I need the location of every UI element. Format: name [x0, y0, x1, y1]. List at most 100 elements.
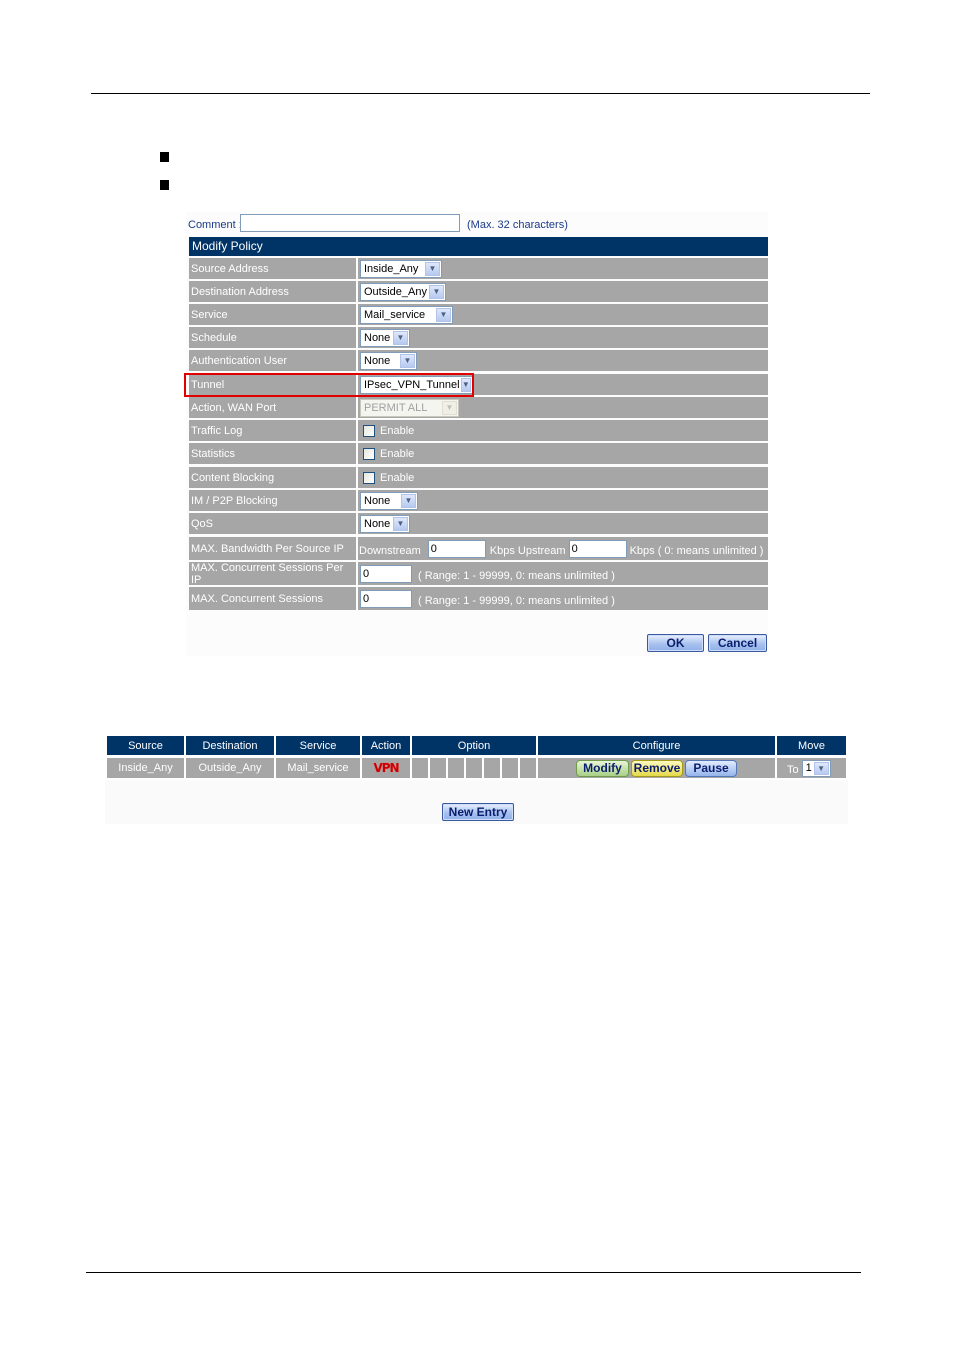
traffic-log-option: Enable — [380, 424, 415, 437]
qos-select[interactable]: None ▼ — [360, 514, 410, 533]
comment-input[interactable] — [240, 214, 460, 232]
upstream-label: Kbps Upstream — [489, 544, 566, 557]
chevron-down-icon: ▼ — [393, 330, 408, 345]
header-service: Service — [276, 736, 360, 755]
header-option: Option — [412, 736, 536, 755]
new-entry-button[interactable]: New Entry — [442, 803, 514, 821]
option-cell — [520, 758, 536, 778]
header-action: Action — [362, 736, 410, 755]
policy-list-header: Source Destination Service Action Option… — [107, 736, 846, 755]
cancel-button[interactable]: Cancel — [708, 634, 767, 652]
service-label: Service — [189, 304, 356, 325]
header-rule — [91, 93, 870, 94]
row-max-bandwidth: MAX. Bandwidth Per Source IP Downstream … — [189, 537, 768, 560]
footer-rule — [86, 1272, 861, 1273]
max-sessions-label: MAX. Concurrent Sessions — [189, 587, 356, 610]
row-max-sessions-per-ip: MAX. Concurrent Sessions Per IP ( Range:… — [189, 562, 768, 586]
upstream-input[interactable] — [568, 539, 627, 558]
header-source: Source — [107, 736, 184, 755]
content-blocking-option: Enable — [380, 471, 415, 484]
row-max-sessions: MAX. Concurrent Sessions ( Range: 1 - 99… — [189, 587, 768, 610]
policy-configure: Modify Remove Pause — [538, 758, 775, 778]
traffic-log-checkbox[interactable] — [363, 424, 375, 437]
row-statistics: Statistics Enable — [189, 443, 768, 464]
max-sessions-input[interactable] — [360, 589, 412, 608]
statistics-checkbox[interactable] — [363, 447, 375, 460]
option-cell — [430, 758, 446, 778]
max-sessions-per-ip-hint: ( Range: 1 - 99999, 0: means unlimited ) — [418, 569, 615, 582]
row-traffic-log: Traffic Log Enable — [189, 420, 768, 441]
max-sessions-hint: ( Range: 1 - 99999, 0: means unlimited ) — [418, 594, 615, 607]
policy-destination: Outside_Any — [186, 758, 274, 778]
policy-source: Inside_Any — [107, 758, 184, 778]
bullet-icon — [160, 180, 169, 190]
form-title: Modify Policy — [189, 237, 768, 256]
option-cell — [484, 758, 500, 778]
authentication-user-label: Authentication User — [189, 350, 356, 371]
schedule-select[interactable]: None ▼ — [360, 328, 410, 347]
chevron-down-icon: ▼ — [393, 516, 408, 531]
row-schedule: Schedule None ▼ — [189, 327, 768, 348]
chevron-down-icon: ▼ — [401, 493, 416, 508]
max-bandwidth-label: MAX. Bandwidth Per Source IP — [189, 537, 356, 560]
im-p2p-blocking-select[interactable]: None ▼ — [360, 491, 418, 510]
traffic-log-label: Traffic Log — [189, 420, 356, 441]
statistics-label: Statistics — [189, 443, 356, 464]
schedule-label: Schedule — [189, 327, 356, 348]
row-qos: QoS None ▼ — [189, 513, 768, 534]
action-wan-port-label: Action, WAN Port — [189, 397, 356, 418]
chevron-down-icon: ▼ — [425, 261, 440, 276]
header-destination: Destination — [186, 736, 274, 755]
comment-label: Comment : — [188, 219, 242, 231]
option-cell — [448, 758, 464, 778]
chevron-down-icon: ▼ — [400, 353, 415, 368]
policy-service: Mail_service — [276, 758, 360, 778]
remove-button[interactable]: Remove — [631, 759, 683, 777]
row-content-blocking: Content Blocking Enable — [189, 467, 768, 488]
im-p2p-blocking-label: IM / P2P Blocking — [189, 490, 356, 511]
policy-action: VPN — [362, 758, 410, 778]
content-blocking-checkbox[interactable] — [363, 471, 375, 484]
bullet-icon — [160, 152, 169, 162]
authentication-user-select[interactable]: None ▼ — [360, 351, 417, 370]
header-configure: Configure — [538, 736, 775, 755]
move-to-label: To — [787, 763, 799, 776]
chevron-down-icon: ▼ — [442, 400, 457, 415]
modify-button[interactable]: Modify — [576, 759, 629, 777]
move-position-select[interactable]: 1 ▼ — [801, 759, 831, 777]
chevron-down-icon: ▼ — [436, 307, 451, 322]
option-cell — [412, 758, 428, 778]
row-source-address: Source Address Inside_Any ▼ — [189, 258, 768, 279]
row-im-p2p-blocking: IM / P2P Blocking None ▼ — [189, 490, 768, 511]
destination-address-select[interactable]: Outside_Any ▼ — [360, 282, 446, 301]
row-authentication-user: Authentication User None ▼ — [189, 350, 768, 371]
option-cell — [466, 758, 482, 778]
downstream-input[interactable] — [427, 539, 486, 558]
vpn-icon: VPN — [373, 761, 399, 775]
row-destination-address: Destination Address Outside_Any ▼ — [189, 281, 768, 302]
service-select[interactable]: Mail_service ▼ — [360, 305, 453, 324]
header-move: Move — [777, 736, 846, 755]
policy-move: To 1 ▼ — [777, 758, 846, 778]
statistics-option: Enable — [380, 447, 415, 460]
source-address-select[interactable]: Inside_Any ▼ — [360, 259, 442, 278]
destination-address-label: Destination Address — [189, 281, 356, 302]
bandwidth-hint: Kbps ( 0: means unlimited ) — [629, 544, 764, 557]
pause-button[interactable]: Pause — [685, 759, 737, 777]
option-cell — [502, 758, 518, 778]
qos-label: QoS — [189, 513, 356, 534]
ok-button[interactable]: OK — [647, 634, 704, 652]
content-blocking-label: Content Blocking — [189, 467, 356, 488]
policy-row: Inside_Any Outside_Any Mail_service VPN … — [107, 758, 846, 778]
chevron-down-icon: ▼ — [429, 284, 444, 299]
row-action-wan-port: Action, WAN Port PERMIT ALL ▼ — [189, 397, 768, 418]
action-wan-port-select: PERMIT ALL ▼ — [360, 398, 459, 417]
downstream-label: Downstream — [359, 544, 421, 557]
source-address-label: Source Address — [189, 258, 356, 279]
chevron-down-icon: ▼ — [813, 761, 829, 775]
tunnel-highlight-box — [184, 373, 474, 397]
max-sessions-per-ip-label: MAX. Concurrent Sessions Per IP — [189, 562, 356, 586]
max-sessions-per-ip-input[interactable] — [360, 564, 412, 583]
comment-hint: (Max. 32 characters) — [467, 219, 568, 231]
row-service: Service Mail_service ▼ — [189, 304, 768, 325]
